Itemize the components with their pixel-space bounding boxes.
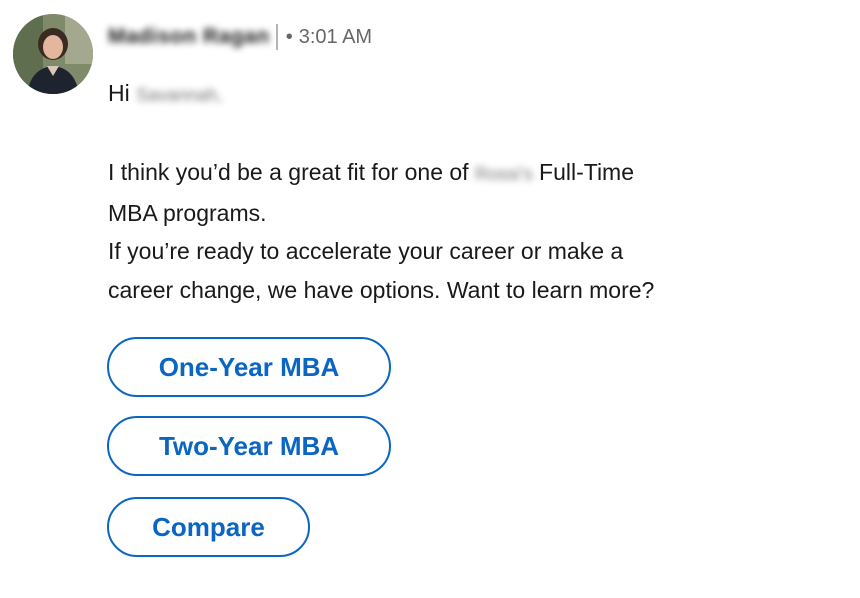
sender-avatar[interactable]	[13, 14, 93, 94]
greeting-prefix: Hi	[108, 80, 130, 106]
one-year-mba-button[interactable]: One-Year MBA	[107, 337, 391, 397]
paragraph-line: career change, we have options. Want to …	[108, 276, 655, 303]
two-year-mba-button[interactable]: Two-Year MBA	[107, 416, 391, 476]
greeting-line: Hi Savannah,	[108, 74, 828, 115]
school-name: Rossi’s	[474, 164, 533, 184]
paragraph-line1-suffix: Full-Time	[539, 159, 635, 185]
paragraph-line: If you’re ready to accelerate your caree…	[108, 238, 624, 264]
message-body: Hi Savannah, I think you’d be a great fi…	[108, 74, 828, 309]
paragraph-line: MBA programs.	[108, 199, 267, 226]
greeting-name: Savannah,	[136, 85, 223, 105]
paragraph-line: I think you’d be a great fit for one of …	[108, 153, 828, 194]
message-meta: Madison Ragan • 3:01 AM	[108, 22, 372, 52]
message-timestamp: 3:01 AM	[298, 25, 373, 48]
sender-name[interactable]: Madison Ragan	[108, 25, 270, 49]
name-divider	[275, 24, 278, 50]
timestamp-separator: •	[285, 25, 293, 48]
avatar-photo	[13, 14, 93, 94]
message-item: Madison Ragan • 3:01 AM Hi Savannah, I t…	[0, 0, 860, 598]
compare-button[interactable]: Compare	[107, 497, 310, 557]
paragraph-line1-prefix: I think you’d be a great fit for one of	[108, 159, 469, 185]
